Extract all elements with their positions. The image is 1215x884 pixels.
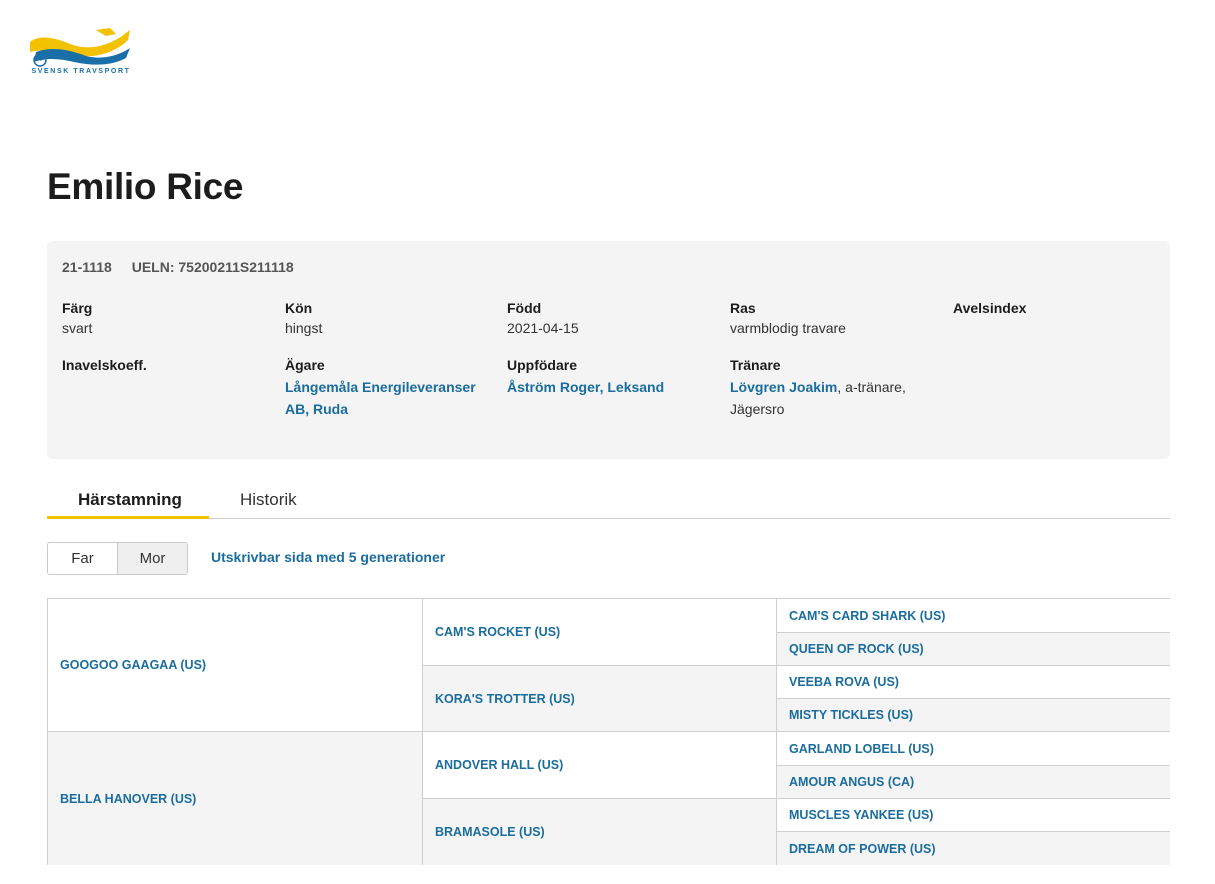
pedigree-gen3-item[interactable]: QUEEN OF ROCK (US) xyxy=(777,633,1170,666)
field-owner: Ägare Långemåla Energileveranser AB, Rud… xyxy=(285,356,485,420)
sire-dam-toggle: Far Mor xyxy=(47,542,188,575)
sex-value: hingst xyxy=(285,320,323,336)
born-label: Född xyxy=(507,300,542,316)
field-breed: Ras varmblodig travare xyxy=(730,299,940,339)
horse-info-card: 21-1118 UELN: 75200211S211118 Färg svart… xyxy=(47,241,1170,459)
field-sex: Kön hingst xyxy=(285,299,495,339)
active-tab-indicator xyxy=(47,516,209,519)
tab-bar: Härstamning Historik xyxy=(47,480,1170,519)
pedigree-gen3-item[interactable]: MUSCLES YANKEE (US) xyxy=(777,799,1170,832)
field-trainer: Tränare Lövgren Joakim, a-tränare, Jäger… xyxy=(730,356,920,420)
trotting-horse-logo-icon xyxy=(30,28,130,67)
field-breeding-index: Avelsindex xyxy=(953,299,1163,317)
sex-label: Kön xyxy=(285,300,313,316)
toggle-mor-button[interactable]: Mor xyxy=(118,543,187,574)
pedigree-gen2-item[interactable]: BRAMASOLE (US) xyxy=(423,799,777,865)
pedigree-gen2-item[interactable]: CAM'S ROCKET (US) xyxy=(423,599,777,666)
pedigree-gen2-item[interactable]: ANDOVER HALL (US) xyxy=(423,732,777,799)
pedigree-gen3-item[interactable]: CAM'S CARD SHARK (US) xyxy=(777,599,1170,633)
trainer-link[interactable]: Lövgren Joakim xyxy=(730,379,837,395)
trainer-label: Tränare xyxy=(730,357,781,373)
breed-label: Ras xyxy=(730,300,756,316)
pedigree-sire[interactable]: GOOGOO GAAGAA (US) xyxy=(48,599,423,732)
horse-identifiers: 21-1118 UELN: 75200211S211118 xyxy=(62,259,310,275)
pedigree-gen3-item[interactable]: AMOUR ANGUS (CA) xyxy=(777,766,1170,799)
breeder-link[interactable]: Åström Roger, Leksand xyxy=(507,376,717,398)
trainer-value: Lövgren Joakim, a-tränare, Jägersro xyxy=(730,376,920,420)
field-inbreeding: Inavelskoeff. xyxy=(62,356,272,374)
field-born: Född 2021-04-15 xyxy=(507,299,717,339)
inbreeding-label: Inavelskoeff. xyxy=(62,357,147,373)
field-breeder: Uppfödare Åström Roger, Leksand xyxy=(507,356,717,398)
color-value: svart xyxy=(62,320,93,336)
born-value: 2021-04-15 xyxy=(507,320,579,336)
pedigree-gen3-item[interactable]: MISTY TICKLES (US) xyxy=(777,699,1170,732)
pedigree-gen3-item[interactable]: VEEBA ROVA (US) xyxy=(777,666,1170,699)
owner-label: Ägare xyxy=(285,357,325,373)
printable-page-link[interactable]: Utskrivbar sida med 5 generationer xyxy=(211,549,445,565)
color-label: Färg xyxy=(62,300,93,316)
owner-link[interactable]: Långemåla Energileveranser AB, Ruda xyxy=(285,376,485,420)
svensk-travsport-logo[interactable]: SVENSK TRAVSPORT xyxy=(26,26,136,80)
pedigree-gen3-item[interactable]: DREAM OF POWER (US) xyxy=(777,832,1170,865)
pedigree-table: GOOGOO GAAGAA (US) BELLA HANOVER (US) CA… xyxy=(47,598,1170,865)
pedigree-gen3-item[interactable]: GARLAND LOBELL (US) xyxy=(777,732,1170,766)
field-color: Färg svart xyxy=(62,299,272,339)
breed-value: varmblodig travare xyxy=(730,320,846,336)
pedigree-gen2-item[interactable]: KORA'S TROTTER (US) xyxy=(423,666,777,732)
tab-pedigree[interactable]: Härstamning xyxy=(78,490,182,510)
page-title: Emilio Rice xyxy=(47,166,244,207)
ueln-number: UELN: 75200211S211118 xyxy=(131,259,294,275)
registration-number: 21-1118 xyxy=(62,259,112,275)
pedigree-dam[interactable]: BELLA HANOVER (US) xyxy=(48,732,423,865)
toggle-far-button[interactable]: Far xyxy=(48,543,118,574)
breeding-index-label: Avelsindex xyxy=(953,300,1027,316)
breeder-label: Uppfödare xyxy=(507,357,577,373)
logo-text: SVENSK TRAVSPORT xyxy=(31,68,131,75)
tab-history[interactable]: Historik xyxy=(240,490,297,510)
